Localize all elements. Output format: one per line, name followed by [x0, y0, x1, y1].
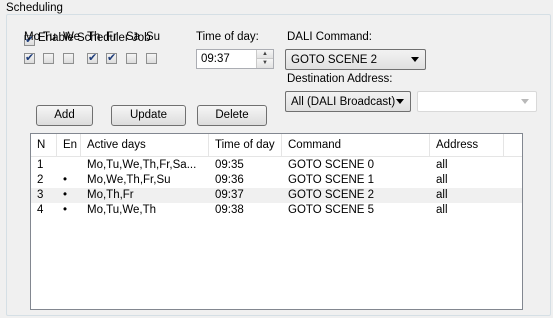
cell-address: all: [436, 189, 448, 201]
day-checkbox-mo[interactable]: [24, 51, 35, 64]
delete-button[interactable]: Delete: [197, 105, 267, 126]
list-header: N En Active days Time of day Command Add…: [31, 134, 522, 157]
cell-time-of-day: 09:36: [215, 174, 244, 186]
day-checkbox-th[interactable]: [87, 51, 98, 64]
column-header-time-of-day[interactable]: Time of day: [209, 134, 282, 156]
cell-command: GOTO SCENE 1: [288, 174, 375, 186]
day-checkbox-fr[interactable]: [106, 51, 117, 64]
cell-time-of-day: 09:35: [215, 159, 244, 171]
table-row[interactable]: 2 • Mo,We,Th,Fr,Su 09:36 GOTO SCENE 1 all: [31, 173, 522, 188]
cell-en: •: [63, 174, 68, 186]
column-header-command[interactable]: Command: [282, 134, 430, 156]
day-label-mo: Mo: [24, 31, 40, 43]
cell-command: GOTO SCENE 0: [288, 159, 375, 171]
day-label-su: Su: [146, 31, 161, 43]
table-row[interactable]: 1 Mo,Tu,We,Th,Fr,Sa... 09:35 GOTO SCENE 0 al…: [31, 158, 522, 173]
dali-command-select[interactable]: GOTO SCENE 2: [285, 49, 426, 70]
schedule-list[interactable]: N En Active days Time of day Command Add…: [30, 133, 523, 310]
day-label-tu: Tu: [43, 31, 56, 43]
cell-active-days: Mo,Tu,We,Th,Fr,Sa...: [87, 159, 197, 171]
cell-n: 1: [37, 159, 44, 171]
table-row[interactable]: 3 • Mo,Th,Fr 09:37 GOTO SCENE 2 all: [31, 188, 522, 203]
cell-command: GOTO SCENE 2: [288, 189, 375, 201]
cell-active-days: Mo,We,Th,Fr,Su: [87, 174, 171, 186]
add-button[interactable]: Add: [36, 105, 93, 126]
column-header-en[interactable]: En: [57, 134, 81, 156]
cell-time-of-day: 09:38: [215, 204, 244, 216]
time-of-day-spinbox[interactable]: 09:37 ▲ ▼: [196, 49, 274, 69]
cell-command: GOTO SCENE 5: [288, 204, 375, 216]
destination-address-select[interactable]: All (DALI Broadcast): [285, 91, 411, 112]
time-of-day-value: 09:37: [201, 53, 230, 65]
chevron-down-icon: [396, 99, 404, 104]
spin-down-arrow-icon[interactable]: ▼: [257, 59, 273, 68]
update-button[interactable]: Update: [111, 105, 186, 126]
dali-command-value: GOTO SCENE 2: [291, 54, 378, 66]
chevron-down-icon: [411, 57, 419, 62]
cell-address: all: [436, 204, 448, 216]
cell-address: all: [436, 174, 448, 186]
cell-en: •: [63, 204, 68, 216]
group-title: Scheduling: [6, 2, 65, 14]
chevron-down-icon: [521, 99, 529, 104]
column-header-n[interactable]: N: [31, 134, 57, 156]
day-label-th: Th: [87, 31, 101, 43]
day-checkbox-tu[interactable]: [43, 53, 54, 64]
day-checkbox-we[interactable]: [63, 53, 74, 64]
day-label-fr: Fr: [106, 31, 117, 43]
column-header-active-days[interactable]: Active days: [81, 134, 209, 156]
dali-command-label: DALI Command:: [287, 31, 373, 43]
column-header-address[interactable]: Address: [430, 134, 504, 156]
cell-n: 3: [37, 189, 44, 201]
day-checkbox-su[interactable]: [146, 53, 157, 64]
cell-n: 2: [37, 174, 44, 186]
destination-secondary-select[interactable]: [417, 91, 537, 112]
time-of-day-label: Time of day:: [196, 31, 259, 43]
table-row[interactable]: 4 • Mo,Tu,We,Th 09:38 GOTO SCENE 5 all: [31, 203, 522, 218]
cell-en: •: [63, 189, 68, 201]
destination-address-label: Destination Address:: [287, 73, 393, 85]
destination-address-value: All (DALI Broadcast): [291, 96, 396, 108]
cell-active-days: Mo,Th,Fr: [87, 189, 134, 201]
cell-n: 4: [37, 204, 44, 216]
day-checkbox-sa[interactable]: [126, 53, 137, 64]
day-label-we: We: [63, 31, 81, 43]
cell-address: all: [436, 159, 448, 171]
day-label-sa: Sa: [126, 31, 141, 43]
spin-up-arrow-icon[interactable]: ▲: [257, 50, 273, 59]
cell-time-of-day: 09:37: [215, 189, 244, 201]
cell-active-days: Mo,Tu,We,Th: [87, 204, 157, 216]
